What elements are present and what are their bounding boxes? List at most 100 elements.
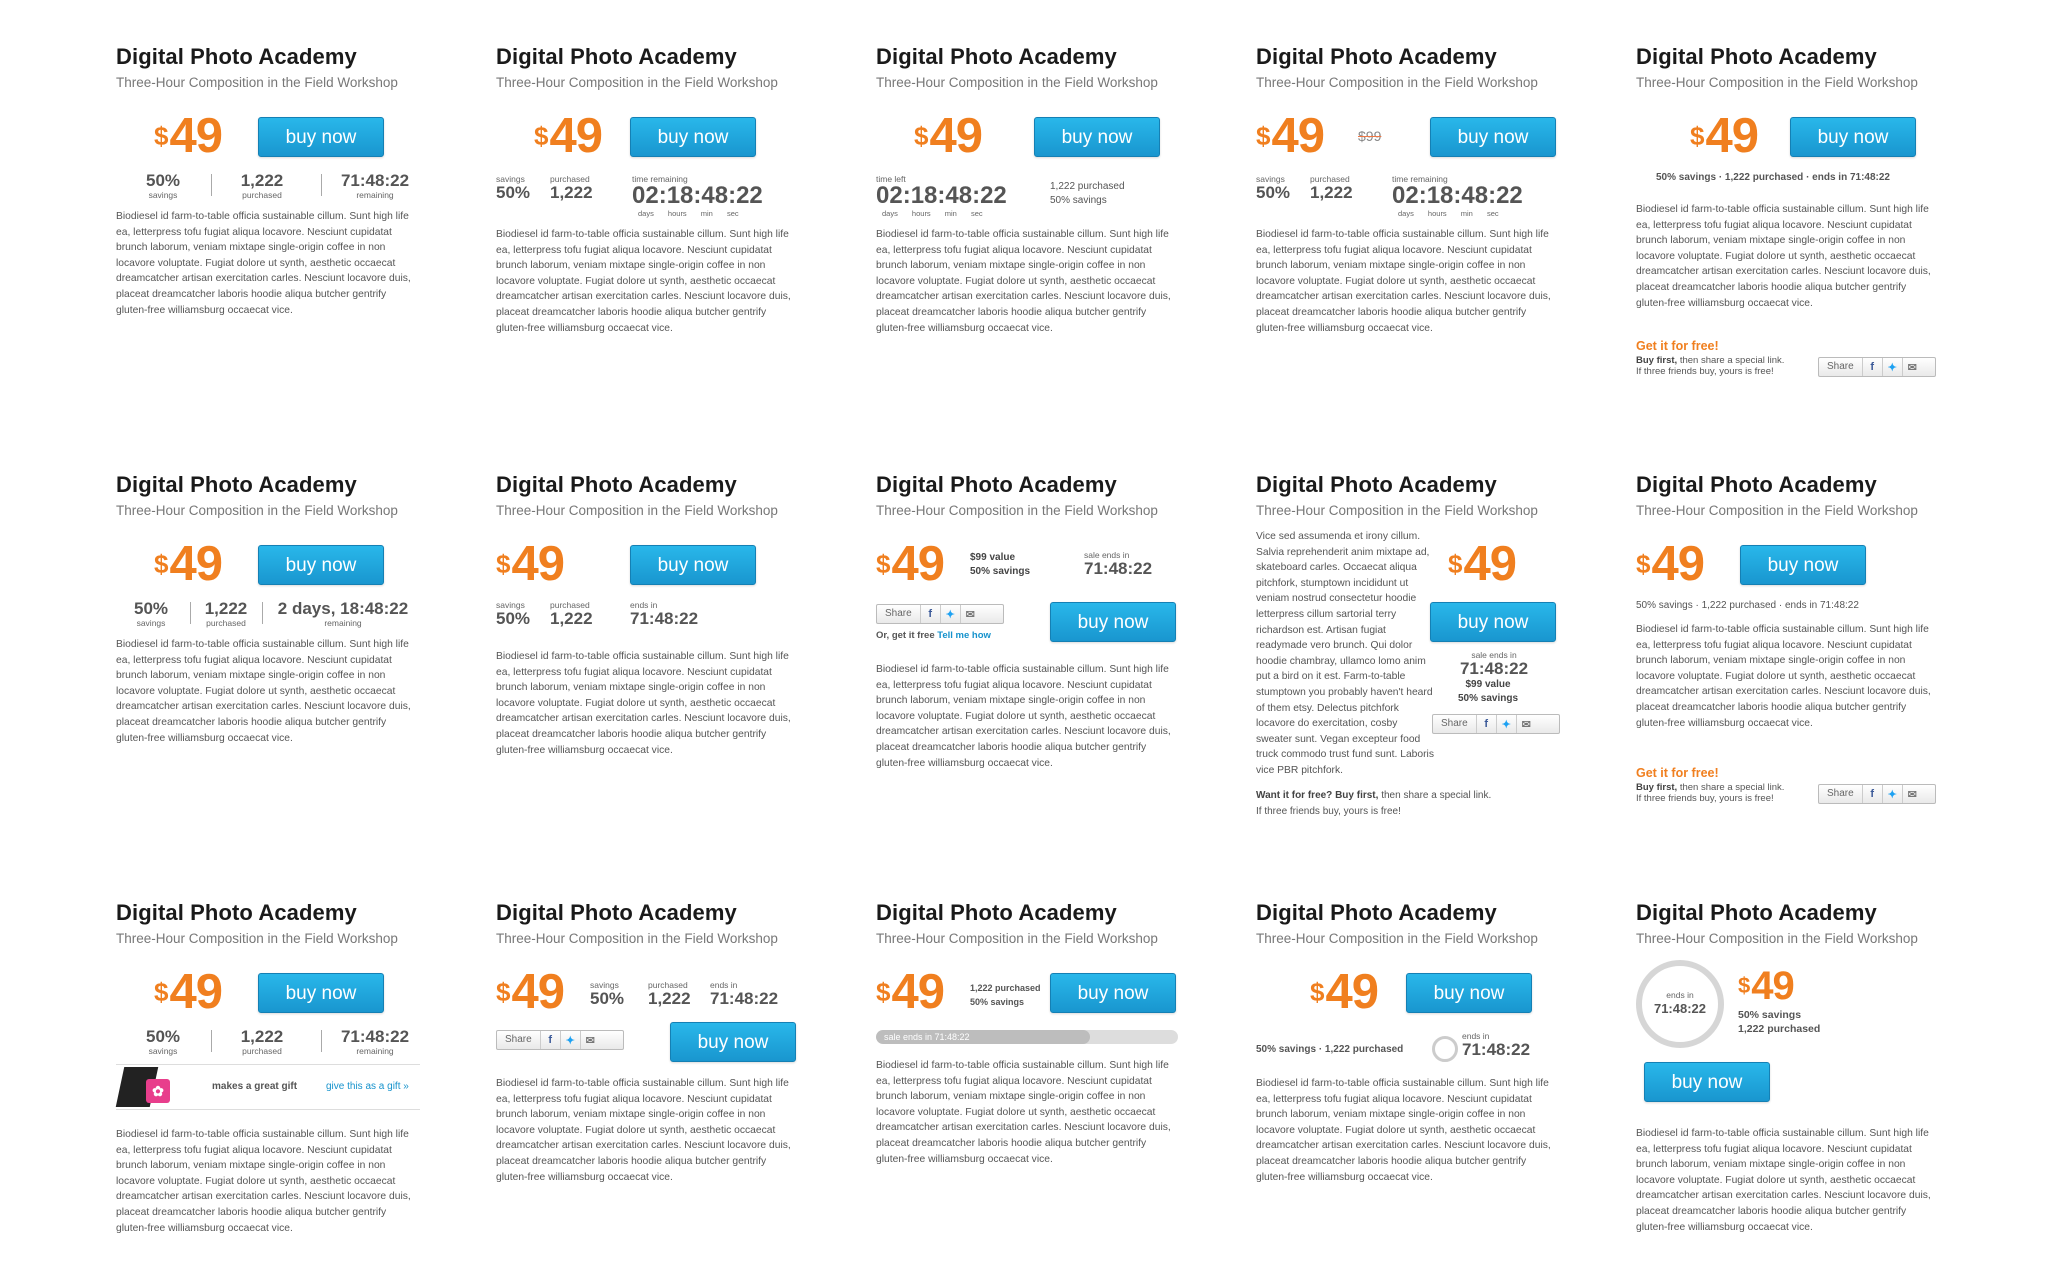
deal-price: $49 bbox=[496, 965, 565, 1019]
ends-in-stat: ends in 71:48:22 bbox=[630, 600, 699, 628]
email-icon[interactable]: ✉ bbox=[1903, 785, 1922, 803]
purchased-stat: 1,222 purchased bbox=[240, 1027, 284, 1057]
buy-now-button[interactable]: buy now bbox=[670, 1022, 796, 1062]
deal-card-10: Digital Photo Academy Three-Hour Composi… bbox=[1636, 472, 1940, 804]
deal-title: Digital Photo Academy bbox=[1636, 900, 1877, 925]
buy-now-button[interactable]: buy now bbox=[1430, 117, 1556, 157]
deal-title: Digital Photo Academy bbox=[496, 900, 737, 925]
gift-strip: ✿ makes a great gift give this as a gift… bbox=[115, 1064, 420, 1110]
buy-now-button[interactable]: buy now bbox=[1644, 1062, 1770, 1102]
inline-summary: 50% savings · 1,222 purchased · ends in … bbox=[1656, 172, 1890, 183]
buy-now-button[interactable]: buy now bbox=[630, 117, 756, 157]
facebook-icon[interactable]: f bbox=[541, 1031, 561, 1049]
divider bbox=[211, 174, 212, 196]
tell-me-how-link[interactable]: Tell me how bbox=[937, 630, 991, 641]
buy-now-button[interactable]: buy now bbox=[1050, 973, 1176, 1013]
email-icon[interactable]: ✉ bbox=[1517, 715, 1536, 733]
give-gift-link[interactable]: give this as a gift » bbox=[326, 1081, 409, 1093]
deal-subtitle: Three-Hour Composition in the Field Work… bbox=[116, 931, 398, 946]
share-button[interactable]: Share bbox=[1433, 715, 1477, 733]
deal-title: Digital Photo Academy bbox=[496, 472, 737, 497]
buy-now-button[interactable]: buy now bbox=[258, 117, 384, 157]
deal-description: Biodiesel id farm-to-table officia susta… bbox=[496, 651, 791, 756]
savings-stat: savings 50% bbox=[496, 600, 531, 628]
deal-card-6: Digital Photo Academy Three-Hour Composi… bbox=[116, 472, 420, 744]
deal-card-9: Digital Photo Academy Three-Hour Composi… bbox=[1256, 472, 1560, 817]
time-remaining-stat: time remaining 02:18:48:22 days hours min … bbox=[1392, 174, 1523, 219]
sale-ends-stat: sale ends in 71:48:22 bbox=[1084, 550, 1153, 578]
buy-now-button[interactable]: buy now bbox=[1430, 602, 1556, 642]
twitter-icon[interactable]: ✦ bbox=[561, 1031, 581, 1049]
deal-price: $49 bbox=[914, 109, 983, 163]
deal-subtitle: Three-Hour Composition in the Field Work… bbox=[1256, 931, 1538, 946]
share-bar: Share f ✦ ✉ bbox=[876, 604, 1004, 624]
deal-price: $49 bbox=[154, 109, 223, 163]
deal-card-15: Digital Photo Academy Three-Hour Composi… bbox=[1636, 900, 1940, 1233]
savings-stat: 50% savings bbox=[145, 171, 181, 201]
deal-price: $49 bbox=[1690, 109, 1759, 163]
deal-price: $49 bbox=[1256, 109, 1325, 163]
deal-subtitle: Three-Hour Composition in the Field Work… bbox=[1256, 75, 1538, 90]
email-icon[interactable]: ✉ bbox=[581, 1031, 600, 1049]
deal-price: $49 bbox=[1636, 537, 1705, 591]
facebook-icon[interactable]: f bbox=[1863, 785, 1883, 803]
share-button[interactable]: Share bbox=[1819, 785, 1863, 803]
savings-stat: savings 50% bbox=[496, 174, 531, 202]
time-remaining-stat: time remaining 02:18:48:22 days hours min … bbox=[632, 174, 763, 219]
purchased-stat: purchased 1,222 bbox=[648, 980, 691, 1008]
deal-price: $49 bbox=[154, 537, 223, 591]
remaining-stat: 71:48:22 remaining bbox=[340, 1027, 410, 1057]
twitter-icon[interactable]: ✦ bbox=[941, 605, 961, 623]
get-free-info: Want it for free? Buy first, then share … bbox=[1256, 790, 1492, 817]
email-icon[interactable]: ✉ bbox=[961, 605, 980, 623]
deal-card-8: Digital Photo Academy Three-Hour Composi… bbox=[876, 472, 1180, 769]
buy-now-button[interactable]: buy now bbox=[258, 545, 384, 585]
twitter-icon[interactable]: ✦ bbox=[1883, 358, 1903, 376]
buy-now-button[interactable]: buy now bbox=[1406, 973, 1532, 1013]
inline-summary: 50% savings · 1,222 purchased · ends in … bbox=[1636, 600, 1859, 611]
buy-now-button[interactable]: buy now bbox=[1050, 602, 1176, 642]
purchased-stat: purchased 1,222 bbox=[550, 600, 593, 628]
share-bar: Share f ✦ ✉ bbox=[1432, 714, 1560, 734]
deal-price: $49 bbox=[876, 965, 945, 1019]
sale-progress-bar: sale ends in 71:48:22 bbox=[876, 1030, 1178, 1044]
facebook-icon[interactable]: f bbox=[921, 605, 941, 623]
deal-title: Digital Photo Academy bbox=[496, 44, 737, 69]
deal-price: $49 bbox=[534, 109, 603, 163]
deal-title: Digital Photo Academy bbox=[876, 900, 1117, 925]
gift-tag-icon: ✿ bbox=[146, 1079, 170, 1103]
deal-description: Biodiesel id farm-to-table officia susta… bbox=[1256, 229, 1551, 334]
email-icon[interactable]: ✉ bbox=[1903, 358, 1922, 376]
get-free-title: Get it for free! bbox=[1636, 766, 1719, 780]
deal-description: Biodiesel id farm-to-table officia susta… bbox=[1636, 624, 1931, 729]
savings-stat: 50% savings bbox=[145, 1027, 181, 1057]
savings-stat: savings 50% bbox=[590, 980, 625, 1008]
buy-now-button[interactable]: buy now bbox=[1740, 545, 1866, 585]
get-free-info: Buy first, then share a special link. If … bbox=[1636, 782, 1785, 804]
deal-subtitle: Three-Hour Composition in the Field Work… bbox=[496, 931, 778, 946]
buy-now-button[interactable]: buy now bbox=[1790, 117, 1916, 157]
buy-now-button[interactable]: buy now bbox=[258, 973, 384, 1013]
deal-subtitle: Three-Hour Composition in the Field Work… bbox=[496, 75, 778, 90]
share-button[interactable]: Share bbox=[1819, 358, 1863, 376]
deal-card-11: Digital Photo Academy Three-Hour Composi… bbox=[115, 900, 420, 1234]
deal-card-2: Digital Photo Academy Three-Hour Composi… bbox=[496, 44, 800, 334]
deal-price: $49 bbox=[876, 537, 945, 591]
deal-card-7: Digital Photo Academy Three-Hour Composi… bbox=[496, 472, 800, 756]
facebook-icon[interactable]: f bbox=[1863, 358, 1883, 376]
facebook-icon[interactable]: f bbox=[1477, 715, 1497, 733]
buy-now-button[interactable]: buy now bbox=[1034, 117, 1160, 157]
buy-now-button[interactable]: buy now bbox=[630, 545, 756, 585]
ends-in-stat: ends in 71:48:22 bbox=[1653, 990, 1707, 1016]
twitter-icon[interactable]: ✦ bbox=[1497, 715, 1517, 733]
deal-description: Biodiesel id farm-to-table officia susta… bbox=[116, 639, 411, 744]
purchased-stat: 1,222 purchased bbox=[204, 599, 248, 629]
share-button[interactable]: Share bbox=[877, 605, 921, 623]
share-button[interactable]: Share bbox=[497, 1031, 541, 1049]
divider bbox=[321, 1030, 322, 1052]
share-bar: Share f ✦ ✉ bbox=[1818, 357, 1936, 377]
twitter-icon[interactable]: ✦ bbox=[1883, 785, 1903, 803]
deal-card-3: Digital Photo Academy Three-Hour Composi… bbox=[876, 44, 1180, 334]
deal-card-14: Digital Photo Academy Three-Hour Composi… bbox=[1256, 900, 1560, 1183]
get-free-info: Buy first, then share a special link. If … bbox=[1636, 355, 1785, 377]
